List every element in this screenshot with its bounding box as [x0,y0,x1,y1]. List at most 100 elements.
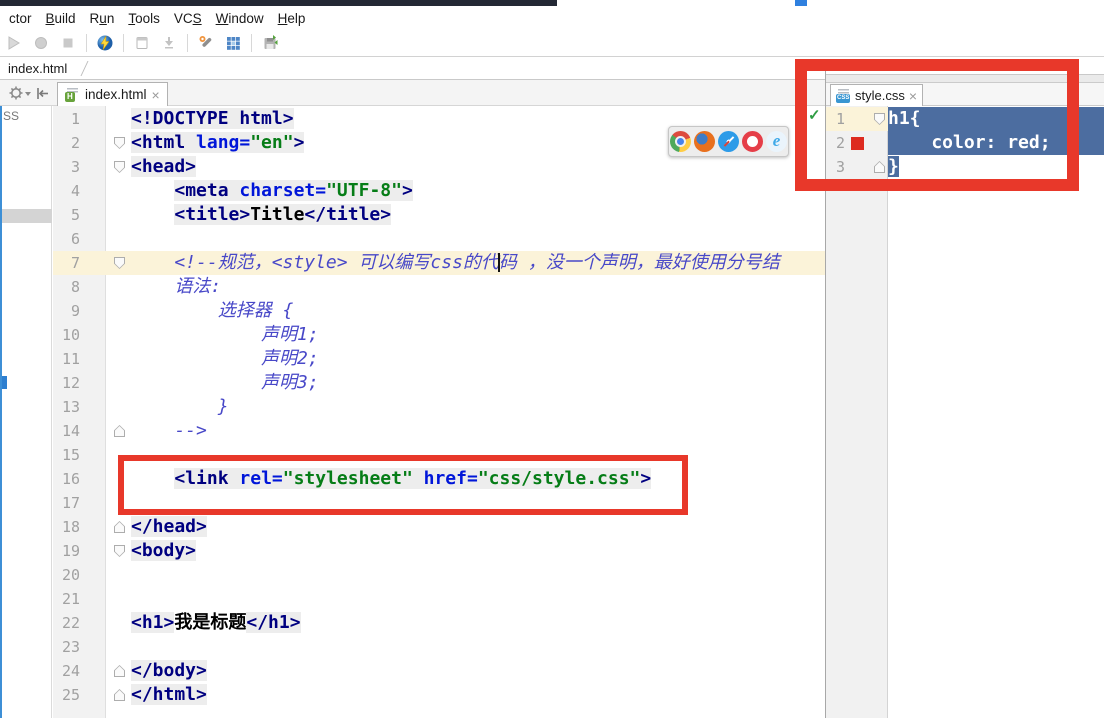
line-number[interactable]: 7 [53,251,106,275]
code-text[interactable]: <h1>我是标题</h1> [131,611,825,635]
line-number[interactable]: 25 [53,683,106,707]
code-text[interactable] [131,227,825,251]
line-number[interactable]: 3 [53,155,106,179]
code-text[interactable]: </head> [131,515,825,539]
menu-item-vcs[interactable]: VCS [167,11,209,26]
line-number[interactable]: 13 [53,395,106,419]
code-line: 19 <body> [53,539,825,563]
code-text[interactable]: <title>Title</title> [131,203,825,227]
toolbar-separator [86,34,87,52]
code-text[interactable]: <meta charset="UTF-8"> [131,179,825,203]
line-number[interactable]: 1 [53,107,106,131]
line-number[interactable]: 10 [53,323,106,347]
line-number[interactable]: 5 [53,203,106,227]
code-text[interactable]: 声明2; [131,347,825,371]
fold-cell [106,131,131,155]
line-number[interactable]: 21 [53,587,106,611]
code-text[interactable]: --> [131,419,825,443]
fold-marker-icon[interactable] [114,425,125,437]
fold-marker-icon[interactable] [114,161,125,173]
code-text[interactable] [131,587,825,611]
panel-edge-stripe [0,106,2,718]
code-line: 11 声明2; [53,347,825,371]
line-number[interactable]: 15 [53,443,106,467]
code-text[interactable]: </body> [131,659,825,683]
code-text[interactable]: <head> [131,155,825,179]
menu-item-window[interactable]: Window [209,11,271,26]
scroll-from-source-icon[interactable] [34,85,51,102]
code-text[interactable]: 选择器 { [131,299,825,323]
tab-index-html[interactable]: H index.html × [57,82,168,106]
code-text[interactable]: 声明3; [131,371,825,395]
line-number[interactable]: 9 [53,299,106,323]
firefox-icon[interactable] [694,131,715,152]
line-number[interactable]: 6 [53,227,106,251]
debug-disabled-icon [32,34,50,52]
line-number[interactable]: 12 [53,371,106,395]
window-disabled-icon [133,34,151,52]
annotation-rect-stylecss [795,59,1079,191]
html-file-icon: H [65,87,80,102]
save-all-icon[interactable] [261,34,279,52]
code-line: 18 </head> [53,515,825,539]
line-number[interactable]: 24 [53,659,106,683]
run-disabled-icon [5,34,23,52]
toolbar-separator [187,34,188,52]
fold-marker-icon[interactable] [114,545,125,557]
breadcrumb[interactable]: index.html [8,61,67,76]
code-text[interactable]: <body> [131,539,825,563]
fold-cell [106,611,131,635]
fold-cell [106,515,131,539]
code-text[interactable] [131,635,825,659]
fold-marker-icon[interactable] [114,521,125,533]
opera-icon[interactable] [742,131,763,152]
line-number[interactable]: 16 [53,467,106,491]
fold-cell [106,275,131,299]
line-number[interactable]: 4 [53,179,106,203]
fold-marker-icon[interactable] [114,665,125,677]
menu-item-ctor[interactable]: ctor [2,11,39,26]
fold-cell [106,299,131,323]
code-text[interactable]: 声明1; [131,323,825,347]
project-selected-row[interactable] [0,209,52,223]
menu-item-build[interactable]: Build [39,11,83,26]
safari-icon[interactable] [718,131,739,152]
close-icon[interactable]: × [152,88,160,102]
fold-cell [106,347,131,371]
menu-item-run[interactable]: Run [83,11,122,26]
code-text[interactable] [131,563,825,587]
fold-marker-icon[interactable] [114,689,125,701]
project-panel: SS [0,106,52,718]
code-text[interactable]: 语法: [131,275,825,299]
code-line: 6 [53,227,825,251]
line-number[interactable]: 20 [53,563,106,587]
fold-cell [106,419,131,443]
coverage-run-icon[interactable] [96,34,114,52]
chrome-icon[interactable] [670,131,691,152]
line-number[interactable]: 17 [53,491,106,515]
line-number[interactable]: 23 [53,635,106,659]
menu-item-help[interactable]: Help [271,11,313,26]
project-structure-icon[interactable] [224,34,242,52]
line-number[interactable]: 8 [53,275,106,299]
code-text[interactable]: } [131,395,825,419]
menu-item-tools[interactable]: Tools [121,11,167,26]
code-line: 24 </body> [53,659,825,683]
code-text[interactable]: </html> [131,683,825,707]
code-line: 9 选择器 { [53,299,825,323]
fold-marker-icon[interactable] [114,257,125,269]
code-text[interactable]: <!--规范，<style> 可以编写css的代码 ，没一个声明，最好使用分号结 [131,251,825,275]
gear-icon[interactable] [8,85,32,101]
line-number[interactable]: 14 [53,419,106,443]
line-number[interactable]: 11 [53,347,106,371]
settings-wrench-icon[interactable] [197,34,215,52]
line-number[interactable]: 19 [53,539,106,563]
fold-marker-icon[interactable] [114,137,125,149]
line-number[interactable]: 22 [53,611,106,635]
ie-icon[interactable] [766,131,787,152]
line-number[interactable]: 18 [53,515,106,539]
browser-popup [668,126,789,157]
code-line: 10 声明1; [53,323,825,347]
line-number[interactable]: 2 [53,131,106,155]
menu-bar: ctor Build Run Tools VCS Window Help [0,6,1104,30]
